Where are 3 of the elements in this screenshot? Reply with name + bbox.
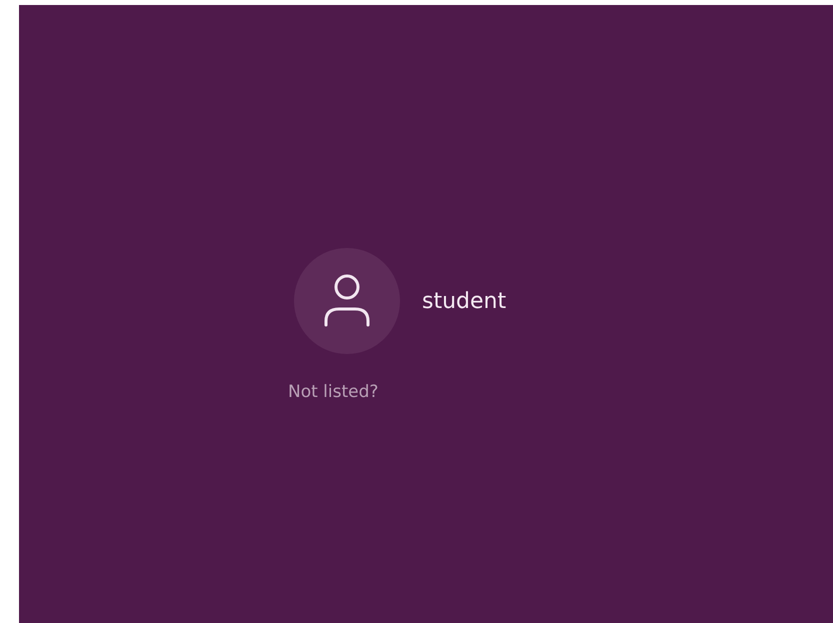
user-entry[interactable]: student — [288, 248, 512, 354]
user-name: student — [422, 288, 506, 314]
not-listed-link[interactable]: Not listed? — [288, 382, 378, 402]
